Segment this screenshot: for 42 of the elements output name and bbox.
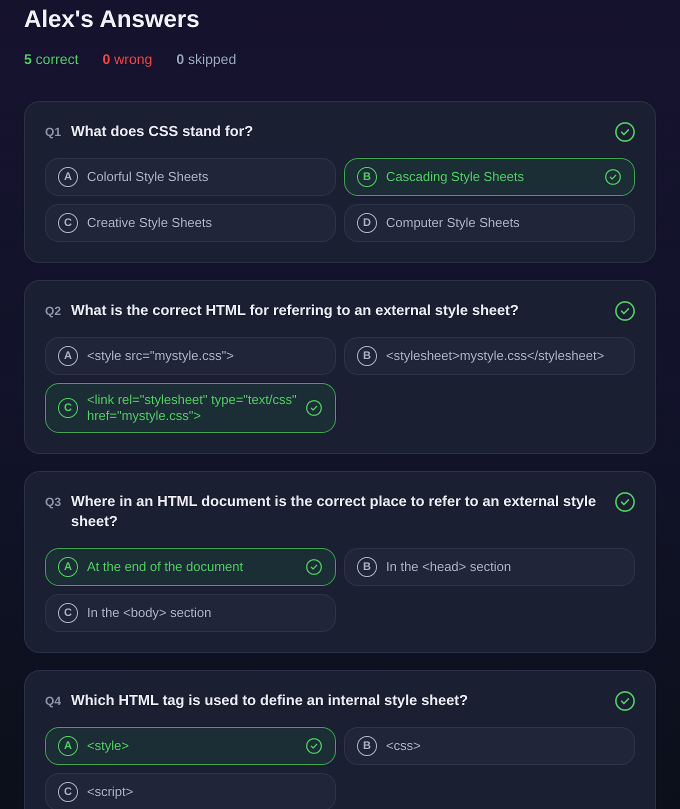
question-text: Where in an HTML document is the correct place to refer to an external style sheet? <box>71 493 598 532</box>
option-text: <style src="mystyle.css"> <box>87 348 235 364</box>
option-letter: B <box>357 557 377 577</box>
page-title: Alex's Answers <box>24 5 201 35</box>
option-text: <css> <box>386 738 422 754</box>
option-letter: A <box>58 557 78 577</box>
question-text: What does CSS stand for? <box>71 123 254 142</box>
question-text: What is the correct HTML for referring to an external style sheet? <box>71 302 520 321</box>
question-number: Q1 <box>45 124 62 141</box>
check-circle-icon <box>306 400 322 416</box>
option-letter: A <box>58 346 78 366</box>
question-number: Q3 <box>45 494 62 511</box>
option-text: Creative Style Sheets <box>87 215 214 231</box>
check-circle-icon <box>306 738 322 754</box>
option-text: At the end of the document <box>87 559 244 575</box>
stat-wrong: 0 wrong <box>102 50 152 69</box>
option-letter: C <box>58 782 78 802</box>
option-text: Cascading Style Sheets <box>386 169 526 185</box>
question-text: Which HTML tag is used to define an internal style sheet? <box>71 692 469 711</box>
option-letter: B <box>357 736 377 756</box>
option-letter: B <box>357 167 377 187</box>
option-letter: D <box>357 213 377 233</box>
check-circle-icon <box>306 559 322 575</box>
stat-correct: 5 correct <box>24 50 78 69</box>
option-text: Computer Style Sheets <box>386 215 521 231</box>
stat-skipped: 0 skipped <box>176 50 236 69</box>
option-text: In the <body> section <box>87 605 212 621</box>
option-letter: A <box>58 736 78 756</box>
option-letter: C <box>58 213 78 233</box>
check-circle-icon <box>605 169 621 185</box>
option-text: <stylesheet>mystyle.css</stylesheet> <box>386 348 606 364</box>
option-letter: B <box>357 346 377 366</box>
option-text: In the <head> section <box>386 559 512 575</box>
option-text: <script> <box>87 784 134 800</box>
question-number: Q2 <box>45 303 62 320</box>
option-text: Colorful Style Sheets <box>87 169 210 185</box>
option-letter: A <box>58 167 78 187</box>
question-number: Q4 <box>45 693 62 710</box>
option-text: <style> <box>87 738 130 754</box>
option-letter: C <box>58 603 78 623</box>
option-letter: C <box>58 398 78 418</box>
option-text: <link rel="stylesheet" type="text/css" href="mystyle.css"> <box>87 392 297 424</box>
